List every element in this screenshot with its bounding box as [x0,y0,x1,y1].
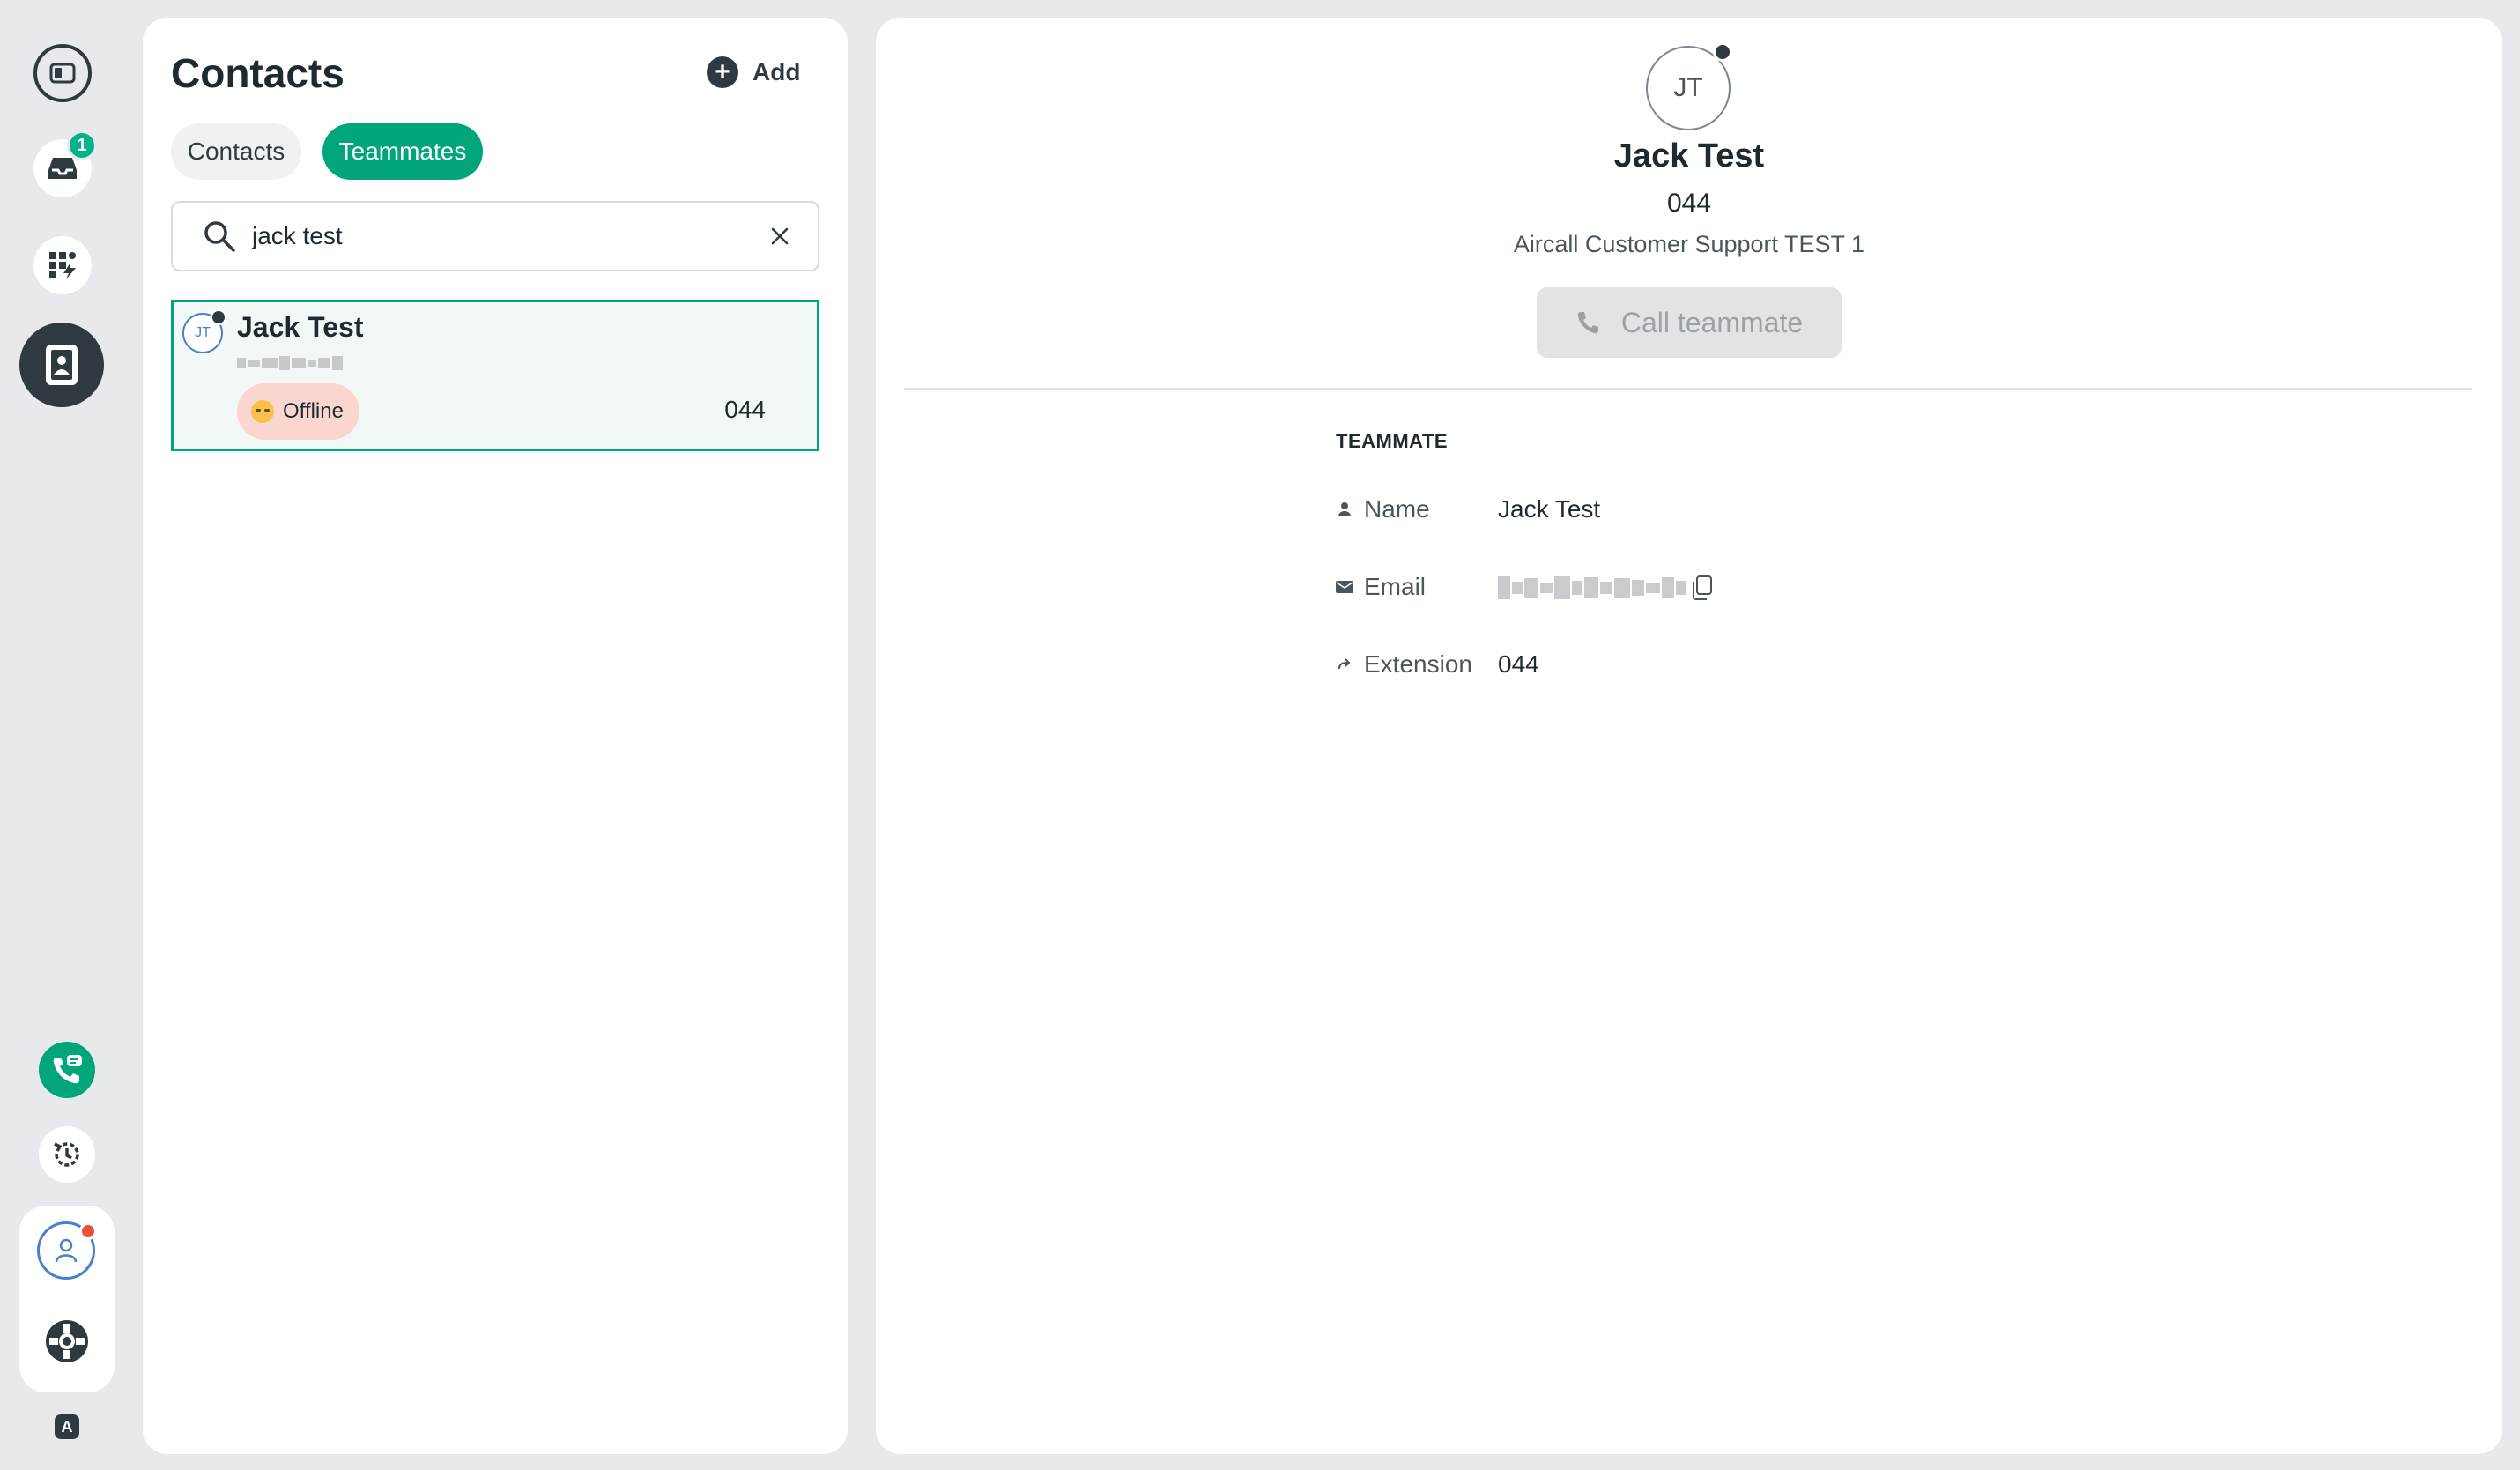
add-contact-button[interactable]: + Add [707,56,800,88]
extension-number: 044 [724,396,766,423]
person-icon [1336,501,1353,518]
help-button[interactable] [46,1320,88,1362]
plus-icon: + [707,56,738,88]
teammate-name: Jack Test [237,311,364,343]
dialer-button[interactable] [39,1042,95,1098]
notification-dot [79,1222,97,1240]
sidebar-toggle-button[interactable] [33,44,92,102]
redacted-email [1498,573,1686,603]
status-label: Offline [283,399,344,423]
name-field-label: Name [1336,495,1430,523]
company-name: Aircall Customer Support TEST 1 [1513,231,1865,257]
teammate-name: Jack Test [1613,137,1765,174]
profile-icon [55,1238,78,1263]
teammate-extension: 044 [1666,189,1712,218]
status-badge: Offline [237,383,359,440]
tab-teammates[interactable]: Teammates [322,123,483,180]
integrations-button[interactable] [33,236,92,294]
call-teammate-label: Call teammate [1620,306,1804,338]
contacts-icon [46,345,78,385]
dialer-icon [53,1055,82,1084]
copy-icon[interactable] [1690,575,1715,601]
teammate-detail-panel: JT Jack Test 044 Aircall Customer Suppor… [876,18,2502,1454]
extension-field-label: Extension [1336,650,1472,679]
search-icon [204,221,235,252]
apps-icon [49,252,76,279]
sidebar-toggle-icon [49,63,76,84]
contacts-nav-button[interactable] [19,323,104,407]
phone-icon [1577,312,1598,334]
page-title: Contacts [171,50,345,96]
help-icon [49,1324,85,1359]
name-field-value: Jack Test [1498,495,1601,523]
forward-arrow-icon [1336,656,1353,673]
sleepy-face-icon [251,400,274,423]
teammate-list-item[interactable]: JT Jack Test Offline 044 [171,300,819,451]
search-box [171,201,819,271]
inbox-count-badge: 1 [67,130,97,160]
section-title: TEAMMATE [1336,430,1449,452]
left-rail: 1 A [0,0,132,1470]
extension-field-value: 044 [1498,650,1539,678]
redacted-email [237,352,346,375]
presence-dot [1713,42,1732,62]
call-history-button[interactable] [39,1126,95,1183]
contacts-panel: Contacts + Add Contacts Teammates JT Jac… [143,18,848,1454]
call-teammate-button[interactable]: Call teammate [1537,287,1842,358]
tab-contacts[interactable]: Contacts [171,123,301,180]
divider [904,388,2472,390]
presence-dot [211,309,226,325]
email-field-label: Email [1336,573,1426,601]
clear-search-icon[interactable] [770,226,789,246]
envelope-icon [1336,578,1353,596]
add-label: Add [752,58,801,85]
email-field-value [1498,573,1686,603]
app-logo-icon: A [55,1414,79,1439]
history-icon [54,1142,79,1167]
search-input[interactable] [252,210,770,263]
